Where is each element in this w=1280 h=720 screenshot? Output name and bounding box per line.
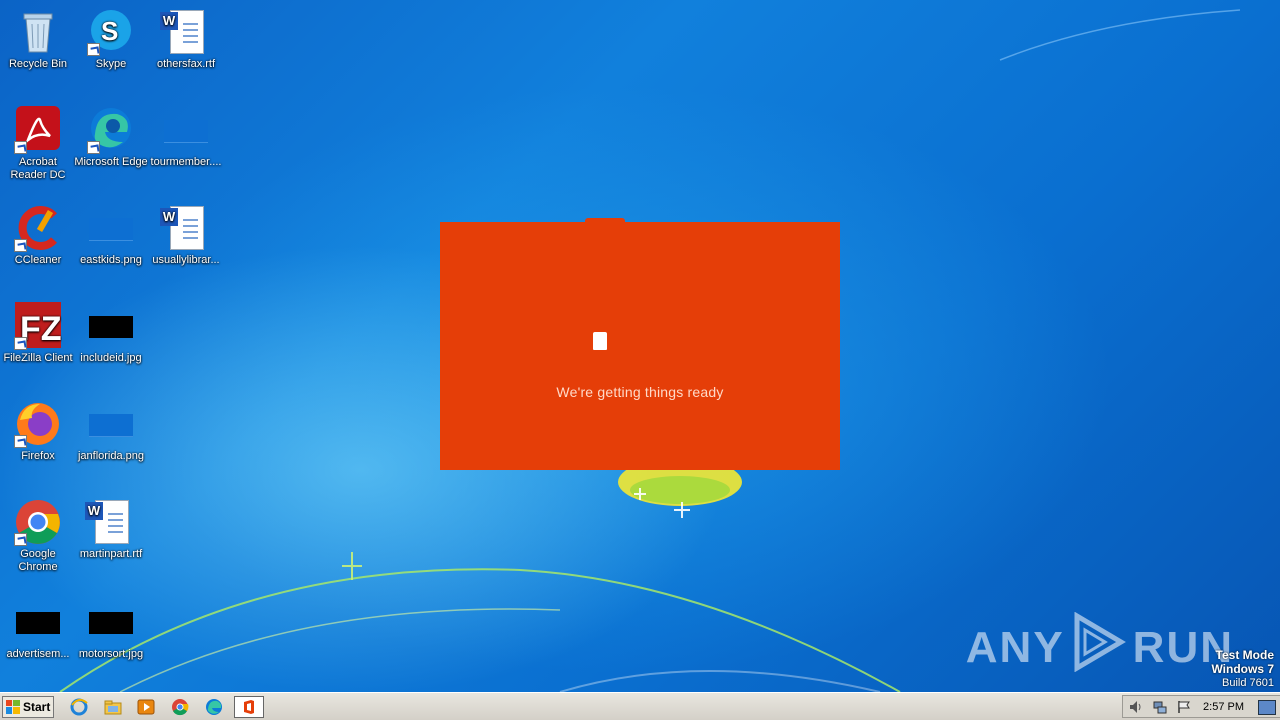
desktop-icon-label: martinpart.rtf: [79, 548, 143, 560]
os-build-info: Test Mode Windows 7 Build 7601: [1211, 648, 1274, 690]
desktop-icon-label: includeid.jpg: [80, 352, 142, 364]
show-desktop-button[interactable]: [1258, 700, 1276, 715]
desktop-icon-label: Recycle Bin: [8, 58, 68, 70]
shortcut-arrow-icon: [14, 435, 27, 448]
office-icon: [244, 700, 254, 714]
windows-flag-icon: [6, 700, 20, 714]
volume-icon[interactable]: [1129, 700, 1143, 714]
desktop-icon-label: Acrobat Reader DC: [10, 156, 66, 181]
desktop-icon-includeid[interactable]: includeid.jpg: [73, 302, 149, 365]
shortcut-arrow-icon: [87, 141, 100, 154]
shortcut-arrow-icon: [87, 43, 100, 56]
taskbar-edge[interactable]: [201, 696, 227, 718]
ccleaner-icon: [14, 204, 62, 252]
desktop-icon-google-chrome[interactable]: Google Chrome: [0, 498, 76, 574]
media-player-icon: [137, 699, 155, 715]
taskbar-chrome[interactable]: [167, 696, 193, 718]
desktop-icon-label: usuallylibrar...: [152, 254, 220, 266]
image-file-icon: [87, 204, 135, 252]
desktop-icon-acrobat-reader[interactable]: Acrobat Reader DC: [0, 106, 76, 182]
office-splash-window: We're getting things ready: [440, 222, 840, 470]
word-document-icon: W: [160, 204, 210, 252]
desktop-icon-label: advertisem...: [6, 648, 70, 660]
image-file-icon: [162, 106, 210, 154]
taskbar-explorer[interactable]: [100, 696, 126, 718]
shortcut-arrow-icon: [14, 533, 27, 546]
edge-icon: [87, 106, 135, 154]
desktop-icon-label: eastkids.png: [80, 254, 142, 266]
desktop-icon-label: janflorida.png: [77, 450, 145, 462]
network-icon[interactable]: [1153, 700, 1167, 714]
desktop: Recycle Bin Acrobat Reader DC CCleaner F…: [0, 0, 1280, 692]
desktop-icon-filezilla[interactable]: FZ FileZilla Client: [0, 302, 76, 365]
internet-explorer-icon: [70, 698, 88, 716]
filezilla-icon: FZ: [14, 302, 62, 350]
chrome-icon: [14, 498, 62, 546]
watermark-text-left: ANY: [965, 622, 1065, 672]
windows-version-text: Windows 7: [1211, 662, 1274, 676]
desktop-icon-label: Firefox: [21, 450, 55, 462]
shortcut-arrow-icon: [14, 337, 27, 350]
shortcut-arrow-icon: [14, 141, 27, 154]
chrome-icon: [172, 699, 189, 716]
skype-icon: S: [87, 8, 135, 56]
system-tray: 2:57 PM: [1122, 695, 1280, 718]
splash-message: We're getting things ready: [556, 384, 724, 400]
office-logo-icon: [593, 332, 607, 350]
edge-icon: [206, 699, 222, 715]
svg-text:S: S: [101, 16, 118, 46]
taskbar: Start 2:57 PM: [0, 692, 1280, 720]
taskbar-office[interactable]: [234, 696, 264, 718]
desktop-icon-microsoft-edge[interactable]: Microsoft Edge: [73, 106, 149, 169]
desktop-icon-ccleaner[interactable]: CCleaner: [0, 204, 76, 267]
image-file-icon: [87, 598, 135, 646]
desktop-icon-recycle-bin[interactable]: Recycle Bin: [0, 8, 76, 71]
anyrun-watermark: ANY RUN: [965, 611, 1234, 683]
desktop-icon-skype[interactable]: S Skype: [73, 8, 149, 71]
desktop-icon-label: othersfax.rtf: [156, 58, 216, 70]
shortcut-arrow-icon: [14, 239, 27, 252]
taskbar-media-player[interactable]: [133, 696, 159, 718]
desktop-icon-tourmember[interactable]: tourmember....: [148, 106, 224, 169]
action-center-flag-icon[interactable]: [1177, 700, 1191, 714]
taskbar-clock[interactable]: 2:57 PM: [1203, 701, 1244, 713]
desktop-icon-label: Microsoft Edge: [74, 156, 148, 168]
desktop-icon-label: motorsort.jpg: [78, 648, 144, 660]
desktop-icon-usuallylibrar[interactable]: W usuallylibrar...: [148, 204, 224, 267]
image-file-icon: [87, 400, 135, 448]
build-number-text: Build 7601: [1222, 677, 1274, 689]
desktop-icon-label: Google Chrome: [18, 548, 58, 573]
start-button[interactable]: Start: [2, 696, 54, 718]
desktop-icon-motorsort[interactable]: motorsort.jpg: [73, 598, 149, 661]
explorer-folder-icon: [104, 700, 122, 715]
desktop-icon-label: CCleaner: [14, 254, 62, 266]
word-document-icon: W: [85, 498, 135, 546]
desktop-icon-label: Skype: [95, 58, 127, 70]
desktop-icon-martinpart[interactable]: W martinpart.rtf: [73, 498, 149, 561]
start-label: Start: [23, 700, 51, 714]
desktop-icon-eastkids[interactable]: eastkids.png: [73, 204, 149, 267]
taskbar-internet-explorer[interactable]: [66, 696, 92, 718]
desktop-icon-label: FileZilla Client: [3, 352, 73, 364]
acrobat-reader-icon: [14, 106, 62, 154]
image-file-icon: [14, 598, 62, 646]
desktop-icon-label: tourmember....: [150, 156, 222, 168]
desktop-icon-advertisem[interactable]: advertisem...: [0, 598, 76, 661]
desktop-icon-janflorida[interactable]: janflorida.png: [73, 400, 149, 463]
desktop-icon-firefox[interactable]: Firefox: [0, 400, 76, 463]
firefox-icon: [14, 400, 62, 448]
desktop-icon-othersfax[interactable]: W othersfax.rtf: [148, 8, 224, 71]
image-file-icon: [87, 302, 135, 350]
recycle-bin-icon: [14, 8, 62, 56]
test-mode-text: Test Mode: [1215, 648, 1274, 662]
word-document-icon: W: [160, 8, 210, 56]
play-logo-icon: [1071, 611, 1127, 683]
